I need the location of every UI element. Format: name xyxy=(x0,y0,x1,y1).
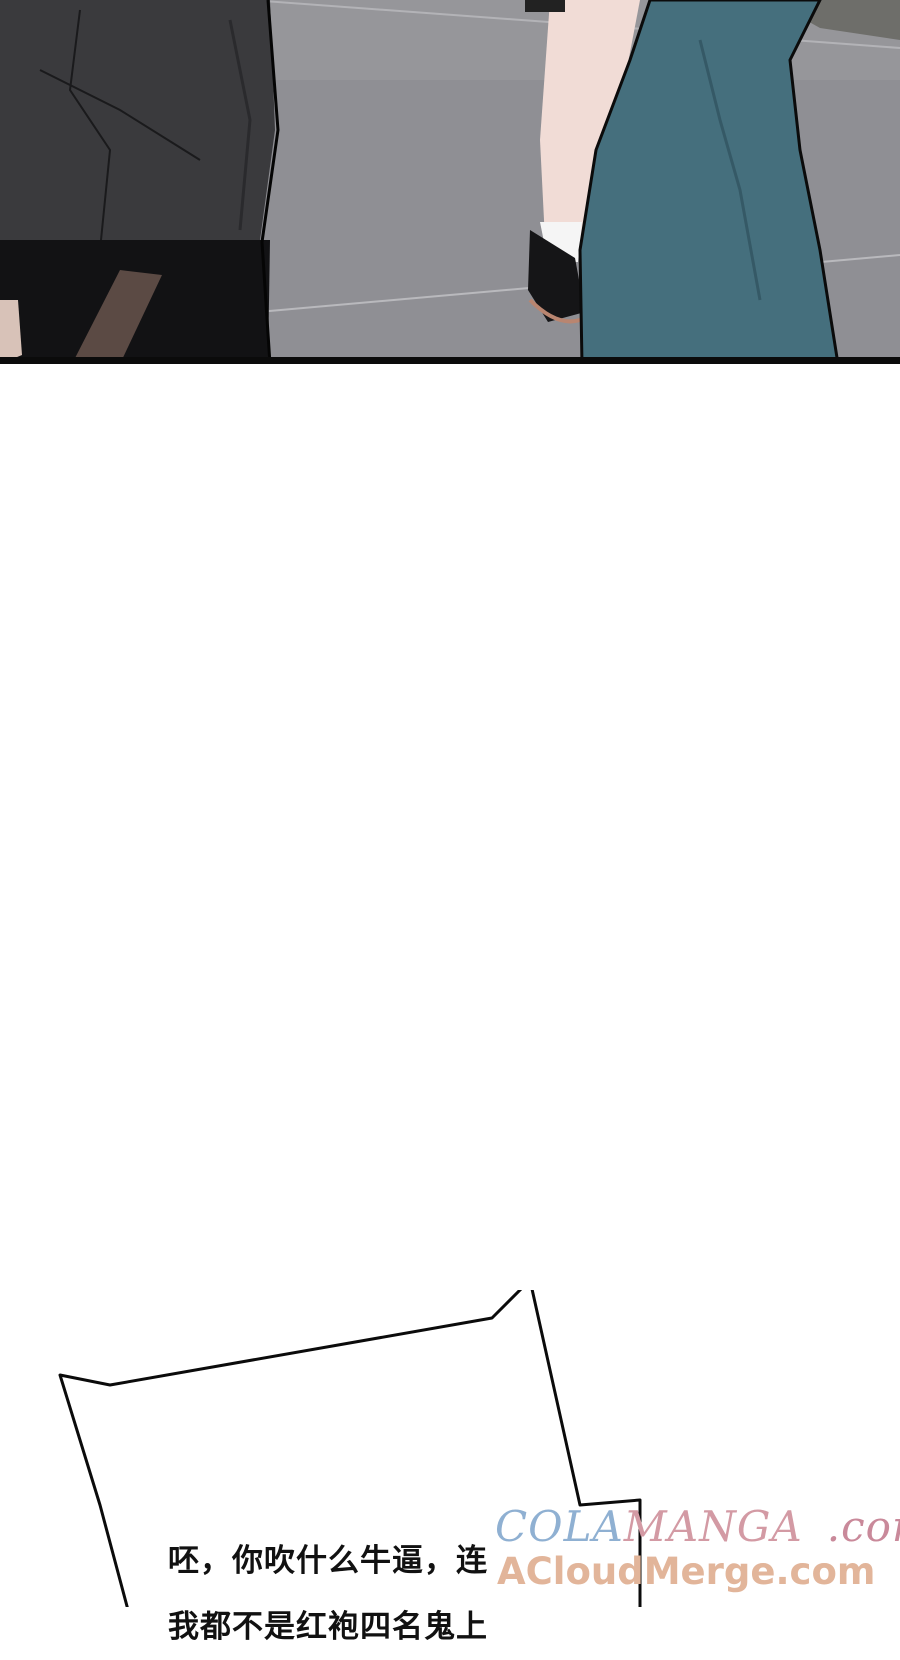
watermark-cola: COLA xyxy=(495,1502,624,1551)
comic-panel xyxy=(0,0,900,364)
panel-border xyxy=(0,357,900,364)
panel-illustration xyxy=(0,0,900,364)
comic-page: 呸，你吹什么牛逼，连 我都不是红袍四名鬼上 COLAMANGA .com AClo… xyxy=(0,0,900,1645)
watermark-top-line: COLAMANGA .com xyxy=(495,1502,900,1551)
speech-line-1: 呸，你吹什么牛逼，连 xyxy=(168,1543,488,1579)
speech-line-2: 我都不是红袍四名鬼上 xyxy=(168,1609,488,1645)
watermark: COLAMANGA .com ACloudMerge.com xyxy=(495,1502,900,1607)
speech-bubble-text: 呸，你吹什么牛逼，连 我都不是红袍四名鬼上 xyxy=(168,1528,528,1660)
watermark-acloudmerge: ACloudMerge.com xyxy=(497,1550,876,1593)
watermark-manga: MANGA xyxy=(623,1502,803,1551)
watermark-com: .com xyxy=(826,1502,900,1551)
